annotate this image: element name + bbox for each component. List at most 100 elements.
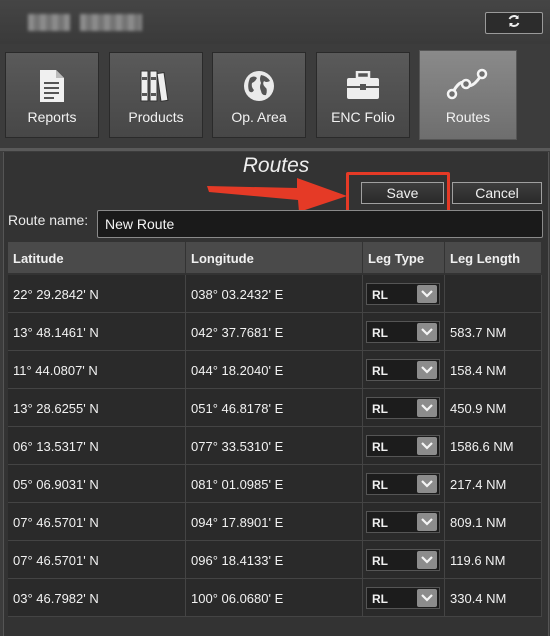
leg-type-dropdown[interactable]: RL	[366, 321, 440, 343]
leg-type-cell: RL	[363, 541, 445, 579]
leg-type-cell: RL	[363, 313, 445, 351]
leg-type-dropdown[interactable]: RL	[366, 549, 440, 571]
latitude-cell[interactable]: 22° 29.2842' N	[8, 275, 186, 313]
globe-icon	[242, 67, 276, 105]
column-header-leg-length[interactable]: Leg Length	[445, 242, 542, 273]
longitude-cell[interactable]: 096° 18.4133' E	[186, 541, 363, 579]
leg-type-value: RL	[372, 516, 388, 530]
leg-length-cell: 119.6 NM	[445, 541, 542, 579]
leg-type-cell: RL	[363, 427, 445, 465]
table-row[interactable]: 03° 46.7982' N 100° 06.0680' E RL 330.4 NM	[8, 579, 542, 617]
leg-type-dropdown[interactable]: RL	[366, 435, 440, 457]
table-row[interactable]: 13° 28.6255' N 051° 46.8178' E RL 450.9 NM	[8, 389, 542, 427]
leg-length-cell: 583.7 NM	[445, 313, 542, 351]
tab-reports[interactable]: Reports	[5, 52, 99, 138]
latitude-cell[interactable]: 11° 44.0807' N	[8, 351, 186, 389]
leg-type-value: RL	[372, 288, 388, 302]
column-header-leg-type[interactable]: Leg Type	[363, 242, 445, 273]
blurred-title-text	[80, 14, 142, 31]
leg-length-cell: 217.4 NM	[445, 465, 542, 503]
table-row[interactable]: 05° 06.9031' N 081° 01.0985' E RL 217.4 NM	[8, 465, 542, 503]
tile-label: Products	[128, 109, 184, 125]
tab-enc-folio[interactable]: ENC Folio	[316, 52, 410, 138]
latitude-cell[interactable]: 03° 46.7982' N	[8, 579, 186, 617]
leg-type-dropdown[interactable]: RL	[366, 473, 440, 495]
blurred-title-text	[28, 14, 70, 31]
leg-type-dropdown[interactable]: RL	[366, 511, 440, 533]
leg-length-cell: 158.4 NM	[445, 351, 542, 389]
leg-type-value: RL	[372, 402, 388, 416]
document-icon	[39, 67, 65, 105]
leg-length-cell: 809.1 NM	[445, 503, 542, 541]
table-row[interactable]: 07° 46.5701' N 096° 18.4133' E RL 119.6 NM	[8, 541, 542, 579]
leg-type-value: RL	[372, 554, 388, 568]
leg-type-value: RL	[372, 364, 388, 378]
title-bar	[0, 0, 550, 44]
chevron-down-icon[interactable]	[417, 475, 437, 493]
column-header-longitude[interactable]: Longitude	[186, 242, 363, 273]
tile-label: Routes	[445, 109, 491, 125]
tile-label: ENC Folio	[331, 109, 395, 125]
route-icon	[446, 65, 490, 103]
briefcase-icon	[346, 67, 380, 105]
sync-button[interactable]	[485, 12, 543, 34]
tab-products[interactable]: Products	[109, 52, 203, 138]
leg-type-cell: RL	[363, 389, 445, 427]
leg-type-dropdown[interactable]: RL	[366, 359, 440, 381]
cancel-button[interactable]: Cancel	[452, 182, 542, 204]
tab-routes[interactable]: Routes	[419, 50, 517, 140]
route-name-input[interactable]	[97, 210, 543, 238]
longitude-cell[interactable]: 094° 17.8901' E	[186, 503, 363, 541]
table-row[interactable]: 11° 44.0807' N 044° 18.2040' E RL 158.4 NM	[8, 351, 542, 389]
leg-length-cell: 450.9 NM	[445, 389, 542, 427]
leg-type-dropdown[interactable]: RL	[366, 587, 440, 609]
books-icon	[139, 67, 173, 105]
route-name-label: Route name:	[8, 212, 89, 228]
latitude-cell[interactable]: 06° 13.5317' N	[8, 427, 186, 465]
leg-type-value: RL	[372, 592, 388, 606]
longitude-cell[interactable]: 077° 33.5310' E	[186, 427, 363, 465]
longitude-cell[interactable]: 081° 01.0985' E	[186, 465, 363, 503]
chevron-down-icon[interactable]	[417, 285, 437, 303]
annotation-arrow-icon	[207, 178, 347, 212]
latitude-cell[interactable]: 07° 46.5701' N	[8, 541, 186, 579]
leg-type-value: RL	[372, 478, 388, 492]
tile-label: Reports	[27, 109, 77, 125]
save-highlight-box	[346, 172, 450, 215]
chevron-down-icon[interactable]	[417, 361, 437, 379]
chevron-down-icon[interactable]	[417, 323, 437, 341]
leg-type-cell: RL	[363, 579, 445, 617]
leg-type-value: RL	[372, 440, 388, 454]
leg-type-cell: RL	[363, 351, 445, 389]
refresh-icon	[507, 14, 521, 33]
longitude-cell[interactable]: 044° 18.2040' E	[186, 351, 363, 389]
table-row[interactable]: 13° 48.1461' N 042° 37.7681' E RL 583.7 NM	[8, 313, 542, 351]
leg-type-cell: RL	[363, 503, 445, 541]
latitude-cell[interactable]: 07° 46.5701' N	[8, 503, 186, 541]
chevron-down-icon[interactable]	[417, 437, 437, 455]
leg-type-dropdown[interactable]: RL	[366, 397, 440, 419]
longitude-cell[interactable]: 100° 06.0680' E	[186, 579, 363, 617]
latitude-cell[interactable]: 13° 48.1461' N	[8, 313, 186, 351]
table-row[interactable]: 06° 13.5317' N 077° 33.5310' E RL 1586.6 NM	[8, 427, 542, 465]
chevron-down-icon[interactable]	[417, 399, 437, 417]
chevron-down-icon[interactable]	[417, 589, 437, 607]
leg-type-cell: RL	[363, 275, 445, 313]
latitude-cell[interactable]: 05° 06.9031' N	[8, 465, 186, 503]
longitude-cell[interactable]: 038° 03.2432' E	[186, 275, 363, 313]
chevron-down-icon[interactable]	[417, 513, 437, 531]
longitude-cell[interactable]: 042° 37.7681' E	[186, 313, 363, 351]
longitude-cell[interactable]: 051° 46.8178' E	[186, 389, 363, 427]
table-row[interactable]: 07° 46.5701' N 094° 17.8901' E RL 809.1 NM	[8, 503, 542, 541]
latitude-cell[interactable]: 13° 28.6255' N	[8, 389, 186, 427]
column-header-latitude[interactable]: Latitude	[8, 242, 186, 273]
main-toolbar: Reports Products Op. Area ENC Folio Rout…	[0, 48, 550, 148]
tile-label: Op. Area	[231, 109, 287, 125]
leg-type-value: RL	[372, 326, 388, 340]
chevron-down-icon[interactable]	[417, 551, 437, 569]
leg-type-dropdown[interactable]: RL	[366, 283, 440, 305]
tab-op-area[interactable]: Op. Area	[212, 52, 306, 138]
leg-type-cell: RL	[363, 465, 445, 503]
leg-length-cell: 1586.6 NM	[445, 427, 542, 465]
table-row[interactable]: 22° 29.2842' N 038° 03.2432' E RL	[8, 275, 542, 313]
